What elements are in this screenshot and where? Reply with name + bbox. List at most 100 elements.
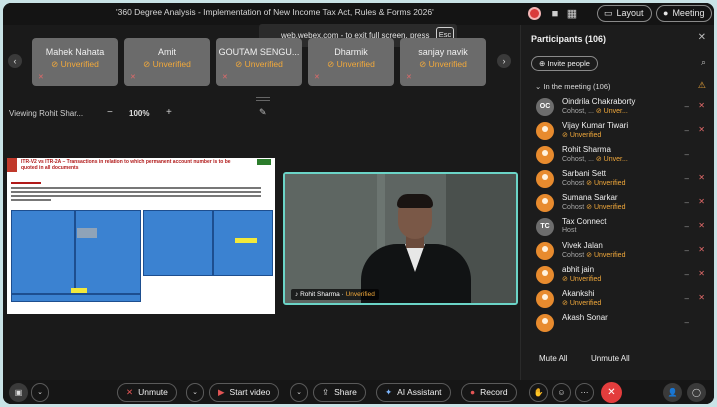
record-button[interactable]: ● Record bbox=[461, 383, 517, 402]
participant-name: abhit jain bbox=[562, 265, 595, 274]
participant-row[interactable]: Vivek Jalan Cohost ⊘ Unverified – ✕ bbox=[521, 239, 714, 263]
more-icon[interactable]: – bbox=[685, 246, 689, 255]
audio-options-button[interactable]: ⌄ bbox=[186, 383, 204, 402]
participant-row[interactable]: TC Tax Connect Host – ✕ bbox=[521, 215, 714, 239]
muted-mic-icon[interactable]: ✕ bbox=[698, 125, 705, 134]
doc-table-cell bbox=[11, 210, 75, 294]
doc-table-cell bbox=[213, 210, 273, 276]
participant-row[interactable]: Sarbani Sett Cohost ⊘ Unverified – ✕ bbox=[521, 167, 714, 191]
invite-label: Invite people bbox=[547, 59, 590, 68]
more-icon[interactable]: – bbox=[685, 102, 689, 111]
participant-row[interactable]: Akankshi ⊘ Unverified – ✕ bbox=[521, 287, 714, 311]
unmute-button[interactable]: ✕ Unmute bbox=[117, 383, 177, 402]
record-label: Record bbox=[480, 387, 508, 397]
more-icon[interactable]: – bbox=[685, 294, 689, 303]
doc-text-line bbox=[11, 182, 41, 184]
avatar: OC bbox=[536, 98, 554, 116]
muted-mic-icon[interactable]: ✕ bbox=[698, 197, 705, 206]
participant-tile[interactable]: sanjay navik ⊘ Unverified ✕ bbox=[400, 38, 486, 86]
participants-title: Participants (106) bbox=[531, 34, 607, 44]
participant-name: Sarbani Sett bbox=[562, 169, 607, 178]
doc-highlight bbox=[71, 288, 87, 293]
participants-icon[interactable]: 👤 bbox=[663, 383, 682, 402]
tile-status: ⊘ Unverified bbox=[235, 59, 283, 69]
participant-row[interactable]: abhit jain ⊘ Unverified – ✕ bbox=[521, 263, 714, 287]
muted-mic-icon: ✕ bbox=[406, 74, 412, 81]
participant-row[interactable]: Rohit Sharma Cohost, ... ⊘ Unver... – bbox=[521, 143, 714, 167]
more-icon[interactable]: – bbox=[685, 126, 689, 135]
more-icon[interactable]: – bbox=[685, 270, 689, 279]
grid-view-icon[interactable]: ▦ bbox=[565, 7, 579, 21]
mute-all-button[interactable]: Mute All bbox=[539, 354, 567, 363]
unmute-all-button[interactable]: Unmute All bbox=[591, 354, 630, 363]
muted-mic-icon[interactable]: ✕ bbox=[698, 101, 705, 110]
participant-role: Cohost, ... ⊘ Unver... bbox=[562, 108, 628, 115]
strip-next-button[interactable]: › bbox=[497, 54, 511, 68]
muted-mic-icon[interactable]: ✕ bbox=[698, 245, 705, 254]
participant-name: Oindrila Chakraborty bbox=[562, 97, 636, 106]
chevron-down-icon[interactable]: ⌄ bbox=[31, 383, 49, 402]
doc-logo bbox=[257, 159, 271, 165]
close-icon[interactable]: ✕ bbox=[698, 32, 706, 43]
strip-prev-button[interactable]: ‹ bbox=[8, 54, 22, 68]
layout-toggle-icon[interactable]: ▣ bbox=[9, 383, 28, 402]
search-icon[interactable]: ⌕ bbox=[701, 57, 706, 68]
muted-mic-icon[interactable]: ✕ bbox=[698, 173, 705, 182]
participant-row[interactable]: Vijay Kumar Tiwari ⊘ Unverified – ✕ bbox=[521, 119, 714, 143]
raise-hand-icon[interactable]: ✋ bbox=[529, 383, 548, 402]
participant-role: Cohost, ... ⊘ Unver... bbox=[562, 156, 628, 163]
start-video-button[interactable]: ▶ Start video bbox=[209, 383, 280, 402]
in-meeting-section[interactable]: ⌄ In the meeting (106) bbox=[535, 82, 611, 91]
presenter-video[interactable]: ♪ Rohit Sharma · Unverified bbox=[283, 172, 518, 305]
muted-mic-icon[interactable]: ✕ bbox=[698, 221, 705, 230]
recording-indicator-icon[interactable] bbox=[528, 7, 541, 20]
participant-name: Akash Sonar bbox=[562, 313, 608, 322]
avatar bbox=[536, 146, 554, 164]
participant-row[interactable]: Sumana Sarkar Cohost ⊘ Unverified – ✕ bbox=[521, 191, 714, 215]
warning-icon[interactable]: ⚠ bbox=[698, 80, 706, 91]
muted-mic-icon: ✕ bbox=[126, 387, 134, 397]
participant-tile[interactable]: Dharmik ⊘ Unverified ✕ bbox=[308, 38, 394, 86]
avatar bbox=[536, 242, 554, 260]
annotate-icon[interactable]: ✎ bbox=[259, 107, 267, 118]
more-icon[interactable]: – bbox=[685, 222, 689, 231]
participant-row[interactable]: Akash Sonar – bbox=[521, 311, 714, 335]
viewing-label: Viewing Rohit Shar... bbox=[9, 109, 84, 118]
top-bar: '360 Degree Analysis - Implementation of… bbox=[3, 3, 714, 25]
more-icon[interactable]: – bbox=[685, 198, 689, 207]
chat-icon[interactable]: ◯ bbox=[687, 383, 706, 402]
ai-assistant-button[interactable]: ✦ AI Assistant bbox=[376, 383, 451, 402]
participant-tile[interactable]: Amit ⊘ Unverified ✕ bbox=[124, 38, 210, 86]
muted-mic-icon[interactable]: ✕ bbox=[698, 269, 705, 278]
zoom-out-button[interactable]: − bbox=[107, 107, 113, 118]
video-options-button[interactable]: ⌄ bbox=[290, 383, 308, 402]
meeting-info-button[interactable]: ● Meeting bbox=[656, 5, 713, 22]
invite-people-button[interactable]: ⊕ Invite people bbox=[531, 56, 598, 71]
more-icon[interactable]: – bbox=[685, 174, 689, 183]
participant-role: Cohost ⊘ Unverified bbox=[562, 204, 626, 211]
participant-name: Tax Connect bbox=[562, 217, 607, 226]
avatar bbox=[536, 122, 554, 140]
muted-mic-icon[interactable]: ✕ bbox=[698, 293, 705, 302]
reactions-icon[interactable]: ☺ bbox=[552, 383, 571, 402]
layout-icon: ▭ bbox=[604, 8, 613, 18]
participant-list: OC Oindrila Chakraborty Cohost, ... ⊘ Un… bbox=[521, 95, 714, 335]
tile-name: Mahek Nahata bbox=[45, 47, 105, 57]
more-icon[interactable]: – bbox=[685, 150, 689, 159]
more-options-icon[interactable]: ⋯ bbox=[575, 383, 594, 402]
zoom-in-button[interactable]: + bbox=[166, 107, 172, 118]
strip-resize-handle[interactable] bbox=[256, 97, 270, 101]
layout-button[interactable]: ▭ Layout bbox=[597, 5, 652, 22]
avatar: TC bbox=[536, 218, 554, 236]
more-icon[interactable]: – bbox=[685, 318, 689, 327]
participant-tile[interactable]: GOUTAM SENGU... ⊘ Unverified ✕ bbox=[216, 38, 302, 86]
participant-name: Akankshi bbox=[562, 289, 595, 298]
bottom-toolbar: ▣ ⌄ ✕ Unmute ⌄ ▶ Start video ⌄ ⇪ Share ✦ AI … bbox=[3, 380, 714, 404]
participant-row[interactable]: OC Oindrila Chakraborty Cohost, ... ⊘ Un… bbox=[521, 95, 714, 119]
end-call-button[interactable]: ✕ bbox=[601, 382, 622, 403]
participant-tile[interactable]: Mahek Nahata ⊘ Unverified ✕ bbox=[32, 38, 118, 86]
stop-icon[interactable]: ■ bbox=[548, 7, 562, 21]
meeting-title: '360 Degree Analysis - Implementation of… bbox=[116, 7, 434, 17]
share-button[interactable]: ⇪ Share bbox=[313, 383, 366, 402]
participant-name: Vivek Jalan bbox=[562, 241, 603, 250]
